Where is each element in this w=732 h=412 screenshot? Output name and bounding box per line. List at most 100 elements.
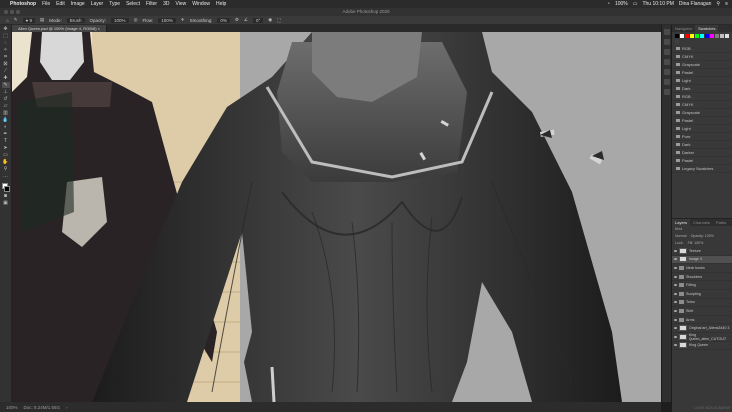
menu-layer[interactable]: Layer [91, 1, 104, 7]
pen-tool-icon[interactable]: ✒ [2, 131, 10, 137]
menu-3d[interactable]: 3D [163, 1, 169, 7]
wifi-icon[interactable]: ◔ [607, 1, 610, 7]
brush-settings-icon[interactable]: ▤ [40, 17, 44, 23]
gradient-tool-icon[interactable]: ▥ [2, 110, 10, 116]
home-icon[interactable]: ⌂ [6, 18, 9, 23]
layer-row[interactable]: Image 4 [672, 255, 732, 265]
layer-row[interactable]: King Queen_alien_CUTOUT [672, 333, 732, 342]
layer-row[interactable]: King Queen [672, 342, 732, 351]
layer-row[interactable]: Fitting [672, 281, 732, 290]
search-icon[interactable]: ⚲ [716, 1, 720, 7]
visibility-eye-icon[interactable] [674, 275, 677, 278]
menu-view[interactable]: View [176, 1, 187, 7]
move-tool-icon[interactable]: ✥ [2, 26, 10, 32]
swatch-color[interactable] [710, 34, 714, 38]
quick-mask-icon[interactable]: ◙ [2, 193, 10, 199]
swatch-folder[interactable]: Legacy Swatches [672, 165, 732, 173]
swatch-folder[interactable]: RGB [672, 45, 732, 53]
layer-fill-field[interactable]: Fill: 100% [688, 240, 704, 247]
airbrush-icon[interactable]: ✈ [181, 17, 185, 23]
minimize-window-button[interactable] [10, 10, 14, 14]
swatch-folder[interactable]: Grayscale [672, 61, 732, 69]
layer-row[interactable]: Shoulders [672, 273, 732, 282]
clock[interactable]: Thu 10:10 PM [642, 1, 673, 7]
menu-type[interactable]: Type [109, 1, 120, 7]
tab-swatches[interactable]: Swatches [695, 25, 719, 32]
hand-tool-icon[interactable]: ✋ [2, 159, 10, 165]
swatch-folder[interactable]: Pastel [672, 69, 732, 77]
swatch-folder[interactable]: Dark [672, 85, 732, 93]
swatch-color[interactable] [705, 34, 709, 38]
lasso-tool-icon[interactable]: ◌ [2, 40, 10, 46]
swatch-color[interactable] [680, 34, 684, 38]
swatch-color[interactable] [725, 34, 729, 38]
layer-row[interactable]: Sculpting [672, 290, 732, 299]
swatch-folder[interactable]: Light [672, 125, 732, 133]
swatch-folder[interactable]: RGB [672, 93, 732, 101]
swatch-color[interactable] [690, 34, 694, 38]
swatch-folder[interactable]: Darker [672, 149, 732, 157]
document-canvas[interactable] [12, 32, 661, 402]
type-tool-icon[interactable]: T [2, 138, 10, 144]
shape-tool-icon[interactable]: ▭ [2, 152, 10, 158]
swatch-folder[interactable]: Dark [672, 141, 732, 149]
swatch-color[interactable] [685, 34, 689, 38]
tab-navigator[interactable]: Navigator [672, 25, 695, 32]
angle-field[interactable]: 0° [252, 17, 264, 23]
character-panel-icon[interactable] [663, 79, 670, 85]
frame-tool-icon[interactable]: ⊠ [2, 61, 10, 67]
brush-tool-icon[interactable]: ✎ [1, 82, 10, 88]
status-expand-icon[interactable]: › [66, 405, 68, 410]
dodge-tool-icon[interactable]: ◐ [2, 124, 10, 130]
document-tab[interactable]: Alien Queen.psd @ 100% (Image 4, RGB/8) … [12, 25, 108, 32]
swatch-color[interactable] [720, 34, 724, 38]
visibility-eye-icon[interactable] [674, 292, 677, 295]
quick-select-tool-icon[interactable]: ✧ [2, 47, 10, 53]
brush-tool-icon[interactable]: ✎ [14, 17, 18, 23]
visibility-eye-icon[interactable] [674, 318, 677, 321]
menu-image[interactable]: Image [71, 1, 85, 7]
layer-kind-filter[interactable]: Kind [675, 226, 682, 233]
layer-row[interactable]: Arms [672, 316, 732, 325]
layer-row[interactable]: Neck hooks [672, 264, 732, 273]
menu-app-name[interactable]: Photoshop [10, 1, 36, 7]
menu-edit[interactable]: Edit [56, 1, 65, 7]
battery-icon[interactable]: ▭ [633, 1, 638, 7]
menu-help[interactable]: Help [216, 1, 226, 7]
visibility-eye-icon[interactable] [674, 266, 677, 269]
swatch-color[interactable] [675, 34, 679, 38]
opacity-field[interactable]: 100% [111, 17, 129, 23]
swatch-folder[interactable]: Pastel [672, 117, 732, 125]
eraser-tool-icon[interactable]: ▱ [2, 103, 10, 109]
smoothing-field[interactable]: 0% [217, 17, 230, 23]
menu-filter[interactable]: Filter [146, 1, 157, 7]
visibility-eye-icon[interactable] [674, 301, 677, 304]
stamp-tool-icon[interactable]: ⊥ [2, 89, 10, 95]
visibility-eye-icon[interactable] [674, 344, 677, 347]
swatch-color[interactable] [700, 34, 704, 38]
swatch-folder[interactable]: CMYK [672, 101, 732, 109]
tab-paths[interactable]: Paths [713, 219, 729, 226]
swatch-folder[interactable]: Pastel [672, 157, 732, 165]
swatch-folder[interactable]: Grayscale [672, 109, 732, 117]
properties-panel-icon[interactable] [663, 39, 670, 45]
swatch-folder[interactable]: CMYK [672, 53, 732, 61]
layer-row[interactable]: Texture [672, 247, 732, 256]
more-tools-icon[interactable]: … [2, 173, 10, 179]
layer-row[interactable]: Skirt [672, 307, 732, 316]
brushes-panel-icon[interactable] [663, 69, 670, 75]
history-panel-icon[interactable] [663, 29, 670, 35]
crop-tool-icon[interactable]: ⌗ [2, 54, 10, 60]
user-name[interactable]: Dina Flanagan [679, 1, 712, 7]
swatch-color[interactable] [675, 39, 679, 43]
pressure-opacity-icon[interactable]: ◎ [134, 17, 138, 23]
paragraph-panel-icon[interactable] [663, 89, 670, 95]
mode-select[interactable]: Brush [66, 17, 85, 23]
adjustments-panel-icon[interactable] [663, 49, 670, 55]
menu-window[interactable]: Window [192, 1, 210, 7]
visibility-eye-icon[interactable] [674, 258, 677, 261]
symmetry-icon[interactable]: ⛶ [277, 18, 280, 23]
swatch-folder[interactable]: Pure [672, 133, 732, 141]
blend-mode-select[interactable]: Normal [675, 233, 687, 240]
marquee-tool-icon[interactable]: ⬚ [2, 33, 10, 39]
